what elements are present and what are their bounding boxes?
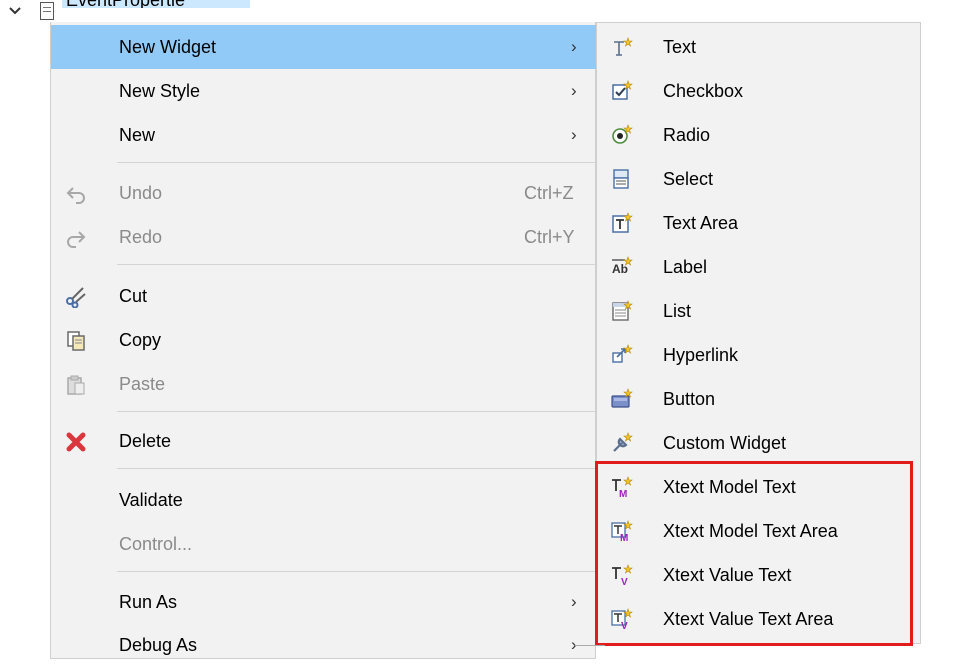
menu-separator: [117, 411, 595, 412]
menu-separator: [117, 468, 595, 469]
xtext-items-highlight: [595, 461, 913, 646]
menu-separator: [117, 162, 595, 163]
menu-item-run-as[interactable]: Run As ›: [51, 580, 596, 624]
text-widget-icon: [614, 37, 633, 56]
menu-item-label: Undo: [119, 183, 163, 203]
scissors-icon: [66, 287, 86, 308]
menu-item-copy[interactable]: Copy: [51, 318, 596, 362]
submenu-item-label: Label: [663, 257, 708, 277]
submenu-item-label-widget[interactable]: Ab Label: [597, 245, 921, 289]
menu-item-label: Delete: [119, 431, 172, 451]
submenu-item-custom-widget[interactable]: Custom Widget: [597, 421, 921, 465]
menu-item-debug-as[interactable]: Debug As ›: [51, 623, 596, 667]
menu-item-paste[interactable]: Paste: [51, 362, 596, 406]
chevron-right-icon: ›: [571, 81, 577, 100]
menu-item-delete[interactable]: Delete: [51, 419, 596, 463]
menu-item-control[interactable]: Control...: [51, 522, 596, 566]
window-edge: [575, 645, 605, 660]
tree-row[interactable]: EventPropertie: [0, 0, 260, 22]
chevron-right-icon: ›: [571, 592, 577, 611]
menu-item-new-style[interactable]: New Style ›: [51, 69, 596, 113]
menu-item-undo[interactable]: Undo Ctrl+Z: [51, 171, 596, 215]
paste-icon: [67, 375, 85, 395]
shortcut-label: Ctrl+Y: [524, 227, 575, 247]
radio-widget-icon: [612, 124, 633, 144]
menu-item-label: Redo: [119, 227, 163, 247]
submenu-item-text[interactable]: Text: [597, 25, 921, 69]
chevron-down-icon[interactable]: [8, 6, 22, 16]
select-widget-icon: [613, 169, 629, 189]
list-widget-icon: [612, 300, 633, 321]
button-widget-icon: [611, 388, 633, 408]
submenu-item-label: List: [663, 301, 692, 321]
menu-item-label: Debug As: [119, 635, 198, 655]
menu-separator: [117, 264, 595, 265]
submenu-item-label: Checkbox: [663, 81, 744, 101]
context-menu: New Widget › New Style › New › Undo Ctrl…: [50, 22, 596, 659]
menu-item-label: New Style: [119, 81, 201, 101]
menu-item-label: Validate: [119, 490, 183, 510]
shortcut-label: Ctrl+Z: [524, 183, 574, 203]
menu-item-label: New Widget: [119, 37, 217, 57]
submenu-item-hyperlink[interactable]: Hyperlink: [597, 333, 921, 377]
menu-item-label: Control...: [119, 534, 193, 554]
menu-item-redo[interactable]: Redo Ctrl+Y: [51, 215, 596, 259]
menu-item-validate[interactable]: Validate: [51, 478, 596, 522]
submenu-item-label: Text Area: [663, 213, 739, 233]
redo-icon: [67, 231, 86, 248]
text-area-widget-icon: [612, 212, 633, 233]
menu-item-new[interactable]: New ›: [51, 113, 596, 157]
chevron-right-icon: ›: [571, 125, 577, 144]
file-icon: [40, 2, 54, 20]
submenu-item-label: Text: [663, 37, 697, 57]
submenu-item-label: Radio: [663, 125, 711, 145]
submenu-item-button[interactable]: Button: [597, 377, 921, 421]
undo-icon: [66, 187, 85, 204]
submenu-item-label: Hyperlink: [663, 345, 739, 365]
menu-item-cut[interactable]: Cut: [51, 274, 596, 318]
submenu-item-radio[interactable]: Radio: [597, 113, 921, 157]
submenu-item-checkbox[interactable]: Checkbox: [597, 69, 921, 113]
checkbox-widget-icon: [612, 80, 633, 100]
menu-item-label: Paste: [119, 374, 166, 394]
submenu-item-label: Custom Widget: [663, 433, 787, 453]
hyperlink-widget-icon: [612, 344, 633, 363]
label-widget-icon: Ab: [612, 256, 633, 276]
menu-item-label: Copy: [119, 330, 162, 350]
submenu-item-list[interactable]: List: [597, 289, 921, 333]
menu-item-label: New: [119, 125, 156, 145]
menu-item-new-widget[interactable]: New Widget ›: [51, 25, 596, 69]
submenu-item-select[interactable]: Select: [597, 157, 921, 201]
delete-icon: [66, 432, 86, 452]
copy-icon: [67, 331, 85, 351]
menu-item-label: Run As: [119, 592, 178, 612]
menu-item-label: Cut: [119, 286, 148, 306]
tree-item-label[interactable]: EventPropertie: [62, 0, 250, 8]
submenu-item-label: Button: [663, 389, 716, 409]
submenu-item-text-area[interactable]: Text Area: [597, 201, 921, 245]
submenu-item-label: Select: [663, 169, 714, 189]
menu-separator: [117, 571, 595, 572]
chevron-right-icon: ›: [571, 37, 577, 56]
custom-widget-icon: [613, 432, 633, 452]
